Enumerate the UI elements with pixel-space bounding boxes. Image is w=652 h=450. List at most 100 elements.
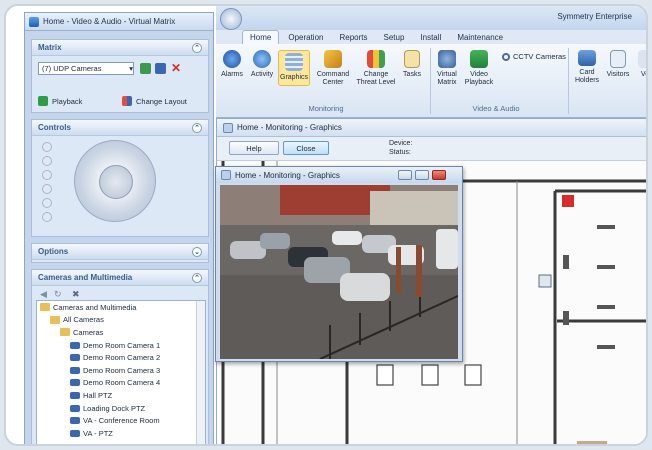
threat-level-icon (367, 50, 385, 68)
tab-setup[interactable]: Setup (377, 30, 412, 44)
preset-dot-5[interactable] (42, 198, 52, 208)
ve-label: Ve (640, 71, 646, 78)
app-icon (29, 16, 39, 27)
command-center-label: Command Center (316, 71, 350, 86)
preset-dot-6[interactable] (42, 212, 52, 222)
tab-maintenance[interactable]: Maintenance (450, 30, 510, 44)
cameras-panel-header[interactable]: Cameras and Multimedia ⌃ (32, 270, 208, 286)
camera-video-feed[interactable] (220, 185, 458, 359)
cctv-cameras-label: CCTV Cameras (513, 52, 566, 61)
visitors-label: Visitors (606, 71, 630, 78)
back-icon[interactable]: ◀ (40, 289, 47, 300)
collapse-icon[interactable]: ⌃ (192, 42, 202, 53)
tree-item-label: Demo Room Camera 3 (83, 365, 161, 375)
tools-icon[interactable]: ✖ (72, 289, 80, 300)
command-center-icon (324, 50, 342, 68)
preset-dot-2[interactable] (42, 156, 52, 166)
card-holders-label: Card Holders (574, 69, 600, 84)
delete-icon[interactable]: ✕ (171, 62, 182, 74)
playback-icon (38, 96, 48, 106)
playback-label: Playback (52, 96, 83, 106)
minimize-icon[interactable] (398, 170, 412, 180)
tree-item[interactable]: Cameras and Multimedia (37, 301, 205, 314)
visitors-icon (610, 50, 626, 68)
tasks-icon (404, 50, 420, 68)
change-layout-link[interactable]: Change Layout (122, 96, 187, 106)
tree-item-label: Loading Dock PTZ (83, 403, 146, 413)
preset-dot-1[interactable] (42, 142, 52, 152)
card-holders-button[interactable]: Card Holders (574, 50, 600, 85)
ve-button[interactable]: Ve (636, 50, 646, 79)
activity-label: Activity (250, 71, 274, 78)
alarm-marker[interactable] (562, 195, 574, 207)
device-label: Device: (389, 140, 413, 147)
options-panel-header[interactable]: Options ⌄ (32, 244, 208, 260)
camera-icon (70, 354, 80, 362)
tab-reports[interactable]: Reports (332, 30, 374, 44)
controls-panel-header[interactable]: Controls ⌃ (32, 120, 208, 136)
graphics-button[interactable]: Graphics (278, 50, 310, 86)
graphics-toolbar: Help Close Device: Status: (217, 137, 646, 161)
tree-item[interactable]: Cameras (37, 326, 205, 339)
playback-link[interactable]: Playback (38, 96, 82, 106)
folder-icon (50, 315, 60, 324)
card-holders-icon (578, 50, 596, 66)
alarms-label: Alarms (221, 71, 243, 78)
video-playback-label: Video Playback (464, 71, 494, 86)
refresh-icon[interactable]: ↻ (54, 289, 62, 300)
preset-dot-3[interactable] (42, 170, 52, 180)
video-playback-icon (470, 50, 488, 68)
visitors-button[interactable]: Visitors (604, 50, 632, 79)
tree-item[interactable]: Demo Room Camera 3 (37, 364, 205, 377)
matrix-panel-header[interactable]: Matrix ⌃ (32, 40, 208, 56)
activity-button[interactable]: Activity (248, 50, 276, 79)
change-threat-level-button[interactable]: Change Threat Level (356, 50, 396, 87)
graphics-label: Graphics (280, 74, 309, 81)
close-icon[interactable] (432, 170, 446, 180)
group-separator (430, 48, 431, 114)
tab-operation[interactable]: Operation (281, 30, 330, 44)
expand-icon[interactable]: ⌄ (192, 246, 202, 257)
tree-item[interactable]: VA - PTZ (37, 427, 205, 440)
virtual-matrix-button[interactable]: Virtual Matrix (434, 50, 460, 87)
tree-item[interactable]: All Cameras (37, 314, 205, 327)
tree-scrollbar[interactable] (196, 301, 205, 444)
tree-item[interactable]: Demo Room Camera 1 (37, 339, 205, 352)
save-icon[interactable] (155, 63, 166, 74)
command-center-button[interactable]: Command Center (314, 50, 352, 87)
maximize-icon[interactable] (415, 170, 429, 180)
tasks-button[interactable]: Tasks (400, 50, 424, 79)
left-window-title: Home - Video & Audio - Virtual Matrix (43, 17, 176, 26)
refresh-icon[interactable] (140, 63, 151, 74)
ptz-control-wheel[interactable] (74, 140, 156, 222)
ptz-center-button[interactable] (99, 165, 133, 199)
matrix-source-value: (7) UDP Cameras (42, 64, 102, 73)
matrix-source-select[interactable]: (7) UDP Cameras ▾ (38, 62, 134, 75)
tab-home[interactable]: Home (242, 30, 280, 44)
collapse-icon[interactable]: ⌃ (192, 272, 202, 283)
tree-item[interactable]: VA - Conference Room (37, 414, 205, 427)
video-popup-window[interactable]: Home - Monitoring - Graphics (215, 166, 463, 362)
app-menu-orb[interactable] (220, 8, 242, 30)
video-playback-button[interactable]: Video Playback (464, 50, 494, 87)
preset-dot-4[interactable] (42, 184, 52, 194)
cctv-cameras-button[interactable]: CCTV Cameras (502, 52, 566, 61)
tree-item-label: Cameras and Multimedia (53, 302, 137, 312)
camera-icon (70, 391, 80, 399)
tree-item-label: All Cameras (63, 315, 104, 325)
tree-item[interactable]: Loading Dock PTZ (37, 402, 205, 415)
change-layout-label: Change Layout (136, 96, 187, 106)
controls-panel: Controls ⌃ (31, 119, 209, 237)
tree-item[interactable]: Demo Room Camera 2 (37, 351, 205, 364)
camera-icon (70, 404, 80, 412)
collapse-icon[interactable]: ⌃ (192, 122, 202, 133)
change-threat-level-label: Change Threat Level (356, 71, 396, 86)
cameras-header-label: Cameras and Multimedia (38, 273, 133, 282)
alarms-button[interactable]: Alarms (220, 50, 244, 79)
close-button[interactable]: Close (283, 141, 329, 155)
tree-item[interactable]: Hall PTZ (37, 389, 205, 402)
tree-item[interactable]: Demo Room Camera 4 (37, 377, 205, 390)
tab-install[interactable]: Install (413, 30, 448, 44)
video-audio-group-label: Video & Audio (472, 104, 520, 113)
help-button[interactable]: Help (229, 141, 279, 155)
